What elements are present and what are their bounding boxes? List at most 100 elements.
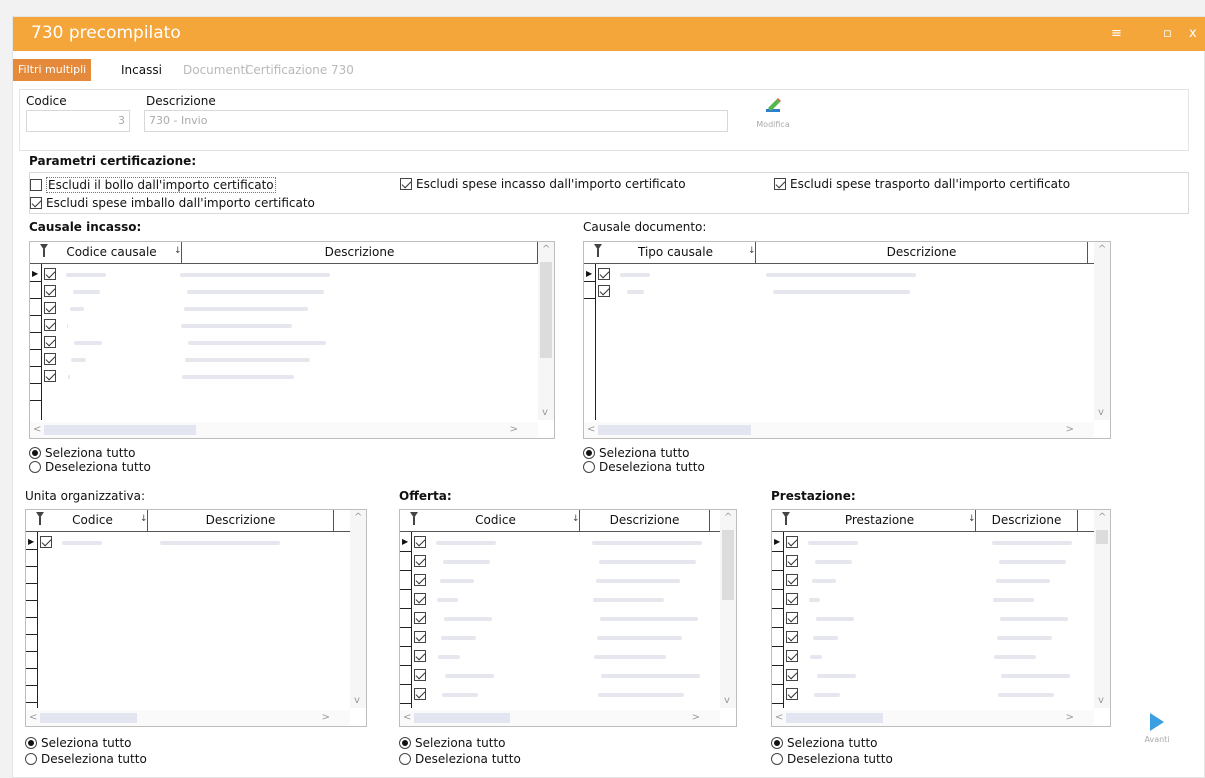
scroll-thumb[interactable]: [414, 713, 510, 723]
table-row[interactable]: [786, 686, 1090, 703]
scroll-down-icon[interactable]: v: [1098, 407, 1104, 418]
scroll-right-icon[interactable]: >: [1066, 712, 1074, 723]
table-row[interactable]: [44, 317, 534, 334]
column-header-2[interactable]: Descrizione: [756, 242, 1088, 263]
scroll-down-icon[interactable]: v: [542, 407, 548, 418]
row-checkbox[interactable]: [44, 285, 56, 297]
table-row[interactable]: [414, 553, 716, 570]
table-row[interactable]: [786, 534, 1090, 551]
row-checkbox[interactable]: [44, 336, 56, 348]
vertical-scrollbar[interactable]: ^ v: [1094, 242, 1110, 420]
row-checkbox[interactable]: [786, 593, 798, 605]
horizontal-scrollbar[interactable]: < >: [400, 710, 720, 726]
scroll-up-icon[interactable]: ^: [724, 512, 732, 523]
codice-field[interactable]: 3: [26, 110, 130, 132]
unita-deselect-all-radio[interactable]: Deseleziona tutto: [25, 752, 147, 766]
table-row[interactable]: [414, 572, 716, 589]
row-checkbox[interactable]: [786, 669, 798, 681]
causale-documento-deselect-all-radio[interactable]: Deseleziona tutto: [583, 460, 705, 474]
scroll-left-icon[interactable]: <: [33, 424, 41, 435]
table-row[interactable]: [598, 283, 1090, 300]
causale-incasso-select-all-radio[interactable]: Seleziona tutto: [29, 446, 136, 460]
tab-incassi[interactable]: Incassi: [121, 59, 162, 81]
prestazione-select-all-radio[interactable]: Seleziona tutto: [771, 736, 878, 750]
column-header-2[interactable]: Descrizione: [976, 510, 1078, 531]
escludi-spese-incasso-checkbox[interactable]: Escludi spese incasso dall'importo certi…: [400, 177, 686, 191]
offerta-select-all-radio[interactable]: Seleziona tutto: [399, 736, 506, 750]
row-checkbox[interactable]: [786, 612, 798, 624]
table-row[interactable]: [786, 648, 1090, 665]
table-row[interactable]: [40, 534, 346, 551]
table-row[interactable]: [44, 368, 534, 385]
vertical-scrollbar[interactable]: ^ v: [538, 242, 554, 420]
offerta-deselect-all-radio[interactable]: Deseleziona tutto: [399, 752, 521, 766]
row-checkbox[interactable]: [44, 353, 56, 365]
table-row[interactable]: [44, 334, 534, 351]
row-checkbox[interactable]: [414, 574, 426, 586]
sort-icon[interactable]: ↓: [140, 514, 148, 524]
modifica-button[interactable]: Modifica: [748, 94, 798, 129]
prestazione-deselect-all-radio[interactable]: Deseleziona tutto: [771, 752, 893, 766]
table-row[interactable]: [414, 591, 716, 608]
horizontal-scrollbar[interactable]: < >: [26, 710, 350, 726]
scroll-thumb[interactable]: [44, 425, 196, 435]
row-checkbox[interactable]: [44, 319, 56, 331]
escludi-bollo-checkbox[interactable]: Escludi il bollo dall'importo certificat…: [30, 177, 276, 193]
causale-documento-grid[interactable]: Tipo causale ↓ Descrizione ▶ ^ v < >: [583, 241, 1111, 439]
causale-incasso-grid[interactable]: Codice causale ↓ Descrizione ▶ ^ v < >: [29, 241, 555, 439]
unita-organizzativa-grid[interactable]: Codice ↓ Descrizione ▶ ^ v < >: [25, 509, 367, 727]
row-checkbox[interactable]: [414, 631, 426, 643]
row-checkbox[interactable]: [786, 555, 798, 567]
vertical-scrollbar[interactable]: ^ v: [720, 510, 736, 708]
table-row[interactable]: [44, 283, 534, 300]
escludi-spese-trasporto-checkbox[interactable]: Escludi spese trasporto dall'importo cer…: [774, 177, 1070, 191]
scroll-left-icon[interactable]: <: [587, 424, 595, 435]
sort-icon[interactable]: ↓: [968, 514, 976, 524]
table-row[interactable]: [786, 610, 1090, 627]
table-row[interactable]: [414, 629, 716, 646]
scroll-right-icon[interactable]: >: [1066, 424, 1074, 435]
horizontal-scrollbar[interactable]: < >: [772, 710, 1094, 726]
scroll-down-icon[interactable]: v: [724, 695, 730, 706]
sort-icon[interactable]: ↓: [572, 514, 580, 524]
scroll-up-icon[interactable]: ^: [354, 512, 362, 523]
row-checkbox[interactable]: [786, 688, 798, 700]
horizontal-scrollbar[interactable]: < >: [30, 422, 538, 438]
column-header-2[interactable]: Descrizione: [580, 510, 710, 531]
scroll-down-icon[interactable]: v: [1098, 695, 1104, 706]
escludi-spese-imballo-checkbox[interactable]: Escludi spese imballo dall'importo certi…: [30, 196, 315, 210]
scroll-thumb[interactable]: [722, 530, 734, 600]
table-row[interactable]: [44, 300, 534, 317]
table-row[interactable]: [786, 667, 1090, 684]
table-row[interactable]: [786, 591, 1090, 608]
prestazione-grid[interactable]: Prestazione ↓ Descrizione ▶ ^ v < >: [771, 509, 1111, 727]
scroll-thumb[interactable]: [540, 262, 552, 358]
vertical-scrollbar[interactable]: ^ v: [1094, 510, 1110, 708]
scroll-up-icon[interactable]: ^: [1098, 512, 1106, 523]
table-row[interactable]: [44, 351, 534, 368]
row-checkbox[interactable]: [40, 536, 52, 548]
column-header-2[interactable]: Descrizione: [148, 510, 334, 531]
causale-documento-select-all-radio[interactable]: Seleziona tutto: [583, 446, 690, 460]
sort-icon[interactable]: ↓: [748, 246, 756, 256]
avanti-button[interactable]: Avanti: [1137, 713, 1177, 744]
table-row[interactable]: [414, 667, 716, 684]
row-checkbox[interactable]: [598, 268, 610, 280]
row-checkbox[interactable]: [44, 268, 56, 280]
column-header-1[interactable]: Tipo causale: [596, 242, 756, 263]
scroll-right-icon[interactable]: >: [692, 712, 700, 723]
scroll-up-icon[interactable]: ^: [542, 244, 550, 255]
row-checkbox[interactable]: [598, 285, 610, 297]
row-checkbox[interactable]: [414, 612, 426, 624]
column-header-1[interactable]: Codice: [412, 510, 580, 531]
table-row[interactable]: [786, 553, 1090, 570]
row-checkbox[interactable]: [786, 650, 798, 662]
scroll-down-icon[interactable]: v: [354, 695, 360, 706]
row-checkbox[interactable]: [786, 536, 798, 548]
row-checkbox[interactable]: [44, 370, 56, 382]
table-row[interactable]: [414, 686, 716, 703]
scroll-left-icon[interactable]: <: [403, 712, 411, 723]
unita-select-all-radio[interactable]: Seleziona tutto: [25, 736, 132, 750]
column-header-1[interactable]: Prestazione: [784, 510, 976, 531]
scroll-up-icon[interactable]: ^: [1098, 244, 1106, 255]
